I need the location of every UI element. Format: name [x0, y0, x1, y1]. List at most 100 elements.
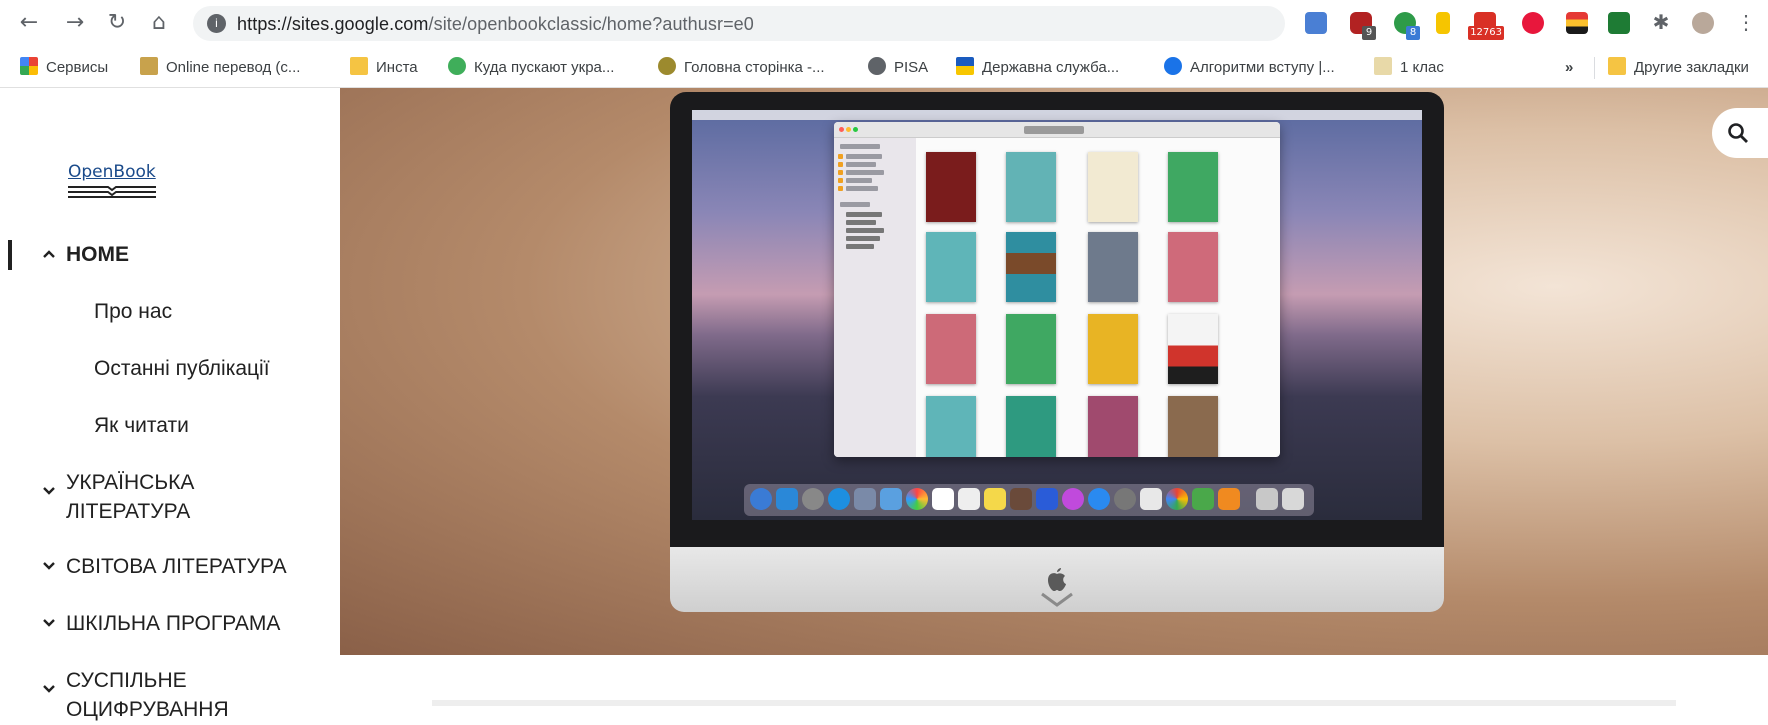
dock-app-icon [1062, 488, 1084, 510]
excel-extension-icon[interactable] [1608, 12, 1630, 34]
emblem-icon [658, 57, 676, 75]
bookmark-holovna-storinka[interactable]: Головна сторінка -... [658, 57, 825, 79]
segmented-control [1024, 126, 1084, 134]
imac-illustration [670, 92, 1444, 612]
bookmark-other-folder[interactable]: Другие закладки [1608, 57, 1749, 79]
bookmarks-divider [1594, 57, 1595, 79]
chevron-down-icon[interactable] [42, 682, 56, 696]
book-cover [1006, 232, 1056, 302]
nav-label-line: ЛІТЕРАТУРА [66, 500, 191, 523]
puzzle-extensions-icon[interactable]: ✱ [1650, 12, 1672, 34]
reload-icon[interactable]: ↻ [104, 10, 130, 36]
bookmark-derzhavna-sluzhba[interactable]: Державна служба... [956, 57, 1119, 79]
nav-label-line: СУСПІЛЬНЕ [66, 669, 187, 692]
address-bar[interactable]: i https://sites.google.com/site/openbook… [193, 6, 1285, 41]
bookmark-online-translate[interactable]: Online перевод (с... [140, 57, 300, 79]
nav-how-to-read[interactable]: Як читати [94, 414, 189, 438]
book-cover [1168, 396, 1218, 457]
sidebar-row [840, 144, 880, 149]
browser-toolbar: ← → ↻ ⌂ i https://sites.google.com/site/… [0, 0, 1768, 48]
bookmark-label: Алгоритми вступу |... [1190, 59, 1335, 76]
dock-app-icon [958, 488, 980, 510]
nav-recent-publications[interactable]: Останні публікації [94, 357, 270, 381]
bookmark-insta[interactable]: Инста [350, 57, 418, 79]
bookmark-label: Державна служба... [982, 59, 1120, 76]
bookmark-label: Сервисы [46, 59, 109, 76]
chevron-down-icon[interactable] [42, 559, 56, 573]
chevron-down-icon[interactable] [42, 484, 56, 498]
apps-grid-icon [20, 57, 38, 75]
sidebar-row [846, 162, 876, 167]
bookmark-services[interactable]: Сервисы [20, 57, 108, 79]
book-cover [1006, 396, 1056, 457]
download-extension-icon[interactable] [1522, 12, 1544, 34]
site-info-icon[interactable]: i [207, 14, 226, 33]
book-cover [926, 314, 976, 384]
chevron-up-icon[interactable] [42, 247, 56, 261]
url-host: https://sites.google.com [237, 14, 429, 34]
dock-app-icon [984, 488, 1006, 510]
nav-home-label: HOME [66, 243, 129, 266]
imac-screen [692, 110, 1422, 520]
book-icon [1374, 57, 1392, 75]
dock-app-icon [1088, 488, 1110, 510]
site-page: OpenBook HOME Про нас Останні публікації… [0, 88, 1768, 725]
dock-app-icon [776, 488, 798, 510]
apple-logo-icon [1048, 568, 1066, 591]
mail-extension-icon[interactable]: 12763 [1468, 12, 1504, 40]
sidebar-bullet [838, 186, 843, 191]
dock-app-icon [906, 488, 928, 510]
kebab-menu-icon[interactable]: ⋮ [1736, 12, 1756, 34]
url-text[interactable]: https://sites.google.com/site/openbookcl… [237, 14, 754, 35]
stripes-extension-icon[interactable] [1566, 12, 1588, 34]
nav-school-program[interactable]: ШКІЛЬНА ПРОГРАМА [43, 609, 280, 638]
dock-app-icon [1218, 488, 1240, 510]
bookmark-pisa[interactable]: PISA [868, 57, 928, 79]
books-app-window [834, 122, 1280, 457]
site-search-button[interactable] [1712, 108, 1768, 158]
bookmark-kuda-puskayut[interactable]: Куда пускают укра... [448, 57, 614, 79]
folder-icon [1608, 57, 1626, 75]
back-icon[interactable]: ← [16, 10, 42, 36]
nav-label-line: ОЦИФРУВАННЯ [66, 698, 229, 721]
nav-label-line: УКРАЇНСЬКА [66, 471, 195, 494]
forward-icon[interactable]: → [62, 10, 88, 36]
home-icon[interactable]: ⌂ [146, 10, 172, 36]
bookmark-alhorytmy-vstupu[interactable]: Алгоритми вступу |... [1164, 57, 1335, 79]
mac-menubar [692, 110, 1422, 120]
book-cover [1088, 314, 1138, 384]
nav-world-literature[interactable]: СВІТОВА ЛІТЕРАТУРА [43, 552, 287, 581]
chevron-down-icon[interactable] [42, 616, 56, 630]
sidebar-bullet [838, 154, 843, 159]
profile-avatar-icon[interactable] [1692, 12, 1714, 34]
dots-icon [1164, 57, 1182, 75]
flag-extension-icon[interactable] [1436, 12, 1450, 34]
bookmarks-overflow-button[interactable]: » [1565, 57, 1573, 79]
nav-about[interactable]: Про нас [94, 300, 172, 324]
bookmark-label: Головна сторінка -... [684, 59, 825, 76]
sidebar-row [846, 170, 884, 175]
bookmark-1-klas[interactable]: 1 клас [1374, 57, 1444, 79]
zoom-dot-icon [853, 127, 858, 132]
bookmark-label: Куда пускают укра... [474, 59, 615, 76]
scroll-down-chevron-icon[interactable] [1040, 592, 1074, 608]
sidebar-row [846, 154, 882, 159]
dock-app-icon [828, 488, 850, 510]
site-logo[interactable]: OpenBook [68, 162, 156, 198]
dock-app-icon [854, 488, 876, 510]
book-cover [1168, 314, 1218, 384]
sidebar-bullet [838, 162, 843, 167]
dock-app-icon [1114, 488, 1136, 510]
minimize-dot-icon [846, 127, 851, 132]
shield-extension-icon[interactable]: 9 [1350, 12, 1376, 40]
nav-home[interactable]: HOME [43, 240, 129, 269]
bookmark-label: Online перевод (с... [166, 59, 301, 76]
translate-icon [140, 57, 158, 75]
translate-extension-icon[interactable] [1305, 12, 1327, 34]
nav-ukrainian-literature[interactable]: УКРАЇНСЬКА ЛІТЕРАТУРА [43, 468, 195, 526]
imac-frame [670, 92, 1444, 547]
sidebar-row [840, 202, 870, 207]
bird-extension-icon[interactable]: 8 [1394, 12, 1420, 40]
nav-public-digitization[interactable]: СУСПІЛЬНЕ ОЦИФРУВАННЯ [43, 666, 229, 724]
sidebar-bullet [838, 170, 843, 175]
